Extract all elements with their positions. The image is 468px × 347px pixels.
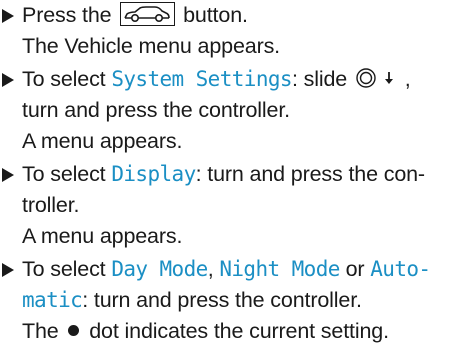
automatic-term-part-1: Auto- (370, 257, 431, 281)
bullet-arrow-icon (2, 9, 14, 23)
system-settings-term: System Settings (111, 67, 292, 91)
automatic-term-part-2: matic (22, 288, 83, 312)
bullet-arrow-icon (2, 73, 14, 87)
car-icon (120, 2, 176, 27)
step-4-text-after: : turn and press the controller. (82, 288, 362, 312)
step-2-instruction: To select System Settings: slide , (22, 64, 411, 95)
step-3-text-before: To select (22, 162, 112, 186)
controller-icon (356, 68, 376, 89)
step-4-instruction: To select Day Mode, Night Mode or Auto- (22, 254, 431, 285)
step-4-text-before: To select (22, 257, 112, 281)
down-arrow-icon (384, 72, 393, 85)
step-3-instruction: To select Display: turn and press the co… (22, 159, 425, 190)
step-2-text-before: To select (22, 67, 112, 91)
day-mode-term: Day Mode (111, 257, 208, 281)
step-1-text-after: button. (177, 3, 248, 27)
step-2-result: A menu appears. (22, 129, 183, 153)
bullet-arrow-icon (2, 263, 14, 277)
night-mode-term: Night Mode (219, 257, 340, 281)
step-4-line-2: matic: turn and press the controller. (22, 285, 362, 316)
bullet-arrow-icon (2, 168, 14, 182)
step-4-sep-2: or (339, 257, 371, 281)
step-3-text-after: : turn and press the con- (195, 162, 425, 186)
step-2-text-after: : slide (291, 67, 353, 91)
step-4-result-after: dot indicates the current setting. (83, 319, 389, 343)
step-4-sep-1: , (207, 257, 220, 281)
instruction-page: Press the button. The Vehicle menu appea… (0, 0, 468, 343)
step-1-text-before: Press the (22, 3, 118, 27)
step-2-text-tail: , (398, 67, 411, 91)
step-1-result: The Vehicle menu appears. (22, 34, 280, 58)
step-2-line-2: turn and press the controller. (22, 98, 290, 122)
step-3-line-2: troller. (22, 193, 80, 217)
step-4-result-before: The (22, 319, 65, 343)
step-3-result: A menu appears. (22, 224, 183, 248)
step-1-instruction: Press the button. (22, 0, 248, 31)
dot-icon (68, 324, 80, 336)
step-4-result: The dot indicates the current setting. (22, 316, 389, 347)
display-term: Display (111, 162, 196, 186)
